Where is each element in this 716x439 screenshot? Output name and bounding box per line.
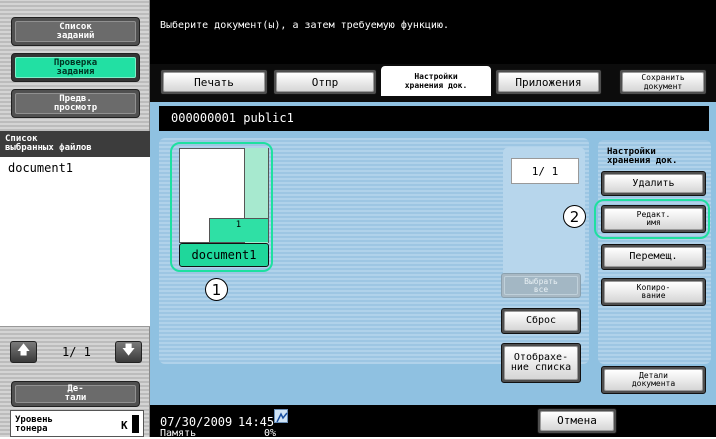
status-time: 14:45 <box>238 415 275 429</box>
arrow-down-icon: 🡇 <box>121 343 136 358</box>
page-up-button[interactable]: 🡅 <box>10 341 37 363</box>
job-check-label: Проверка задания <box>15 57 136 78</box>
selected-files-list: document1 <box>0 157 150 327</box>
toner-level-bar <box>132 415 139 433</box>
toner-color: K <box>121 419 128 432</box>
instruction-message: Выберите документ(ы), а затем требуемую … <box>160 20 449 31</box>
delete-label: Удалить <box>604 174 703 193</box>
network-icon <box>274 409 288 423</box>
tab-applications[interactable]: Приложения <box>495 69 602 95</box>
copy-label: Копиро- вание <box>604 281 703 303</box>
list-page-indicator: 1/ 1 <box>511 158 579 184</box>
callout-one: 1 <box>205 278 228 301</box>
edit-name-label: Редакт. имя <box>604 208 703 230</box>
save-document-button[interactable]: Сохранить документ <box>619 69 707 95</box>
toner-indicator: Уровень тонера K <box>10 410 144 437</box>
move-label: Перемещ. <box>604 247 703 267</box>
tab-send[interactable]: Отпр <box>273 69 377 95</box>
selected-files-header: Список выбранных файлов <box>0 131 150 157</box>
reset-label: Сброс <box>504 311 578 331</box>
thumbnail-page-count: 1 <box>235 220 242 230</box>
edit-name-button[interactable]: Редакт. имя <box>601 205 706 233</box>
tab-print[interactable]: Печать <box>160 69 268 95</box>
folder-path: 000000001 public1 <box>159 106 709 131</box>
arrow-up-icon: 🡅 <box>16 343 31 358</box>
job-list-label: Список заданий <box>15 21 136 42</box>
tab-applications-label: Приложения <box>498 72 599 92</box>
list-item[interactable]: document1 <box>8 161 73 175</box>
callout-two: 2 <box>563 205 586 228</box>
memory-label: Память <box>160 428 197 439</box>
copy-button[interactable]: Копиро- вание <box>601 278 706 306</box>
preview-button[interactable]: Предв. просмотр <box>11 89 140 118</box>
document-details-button[interactable]: Детали документа <box>601 366 706 394</box>
left-page-counter: 1/ 1 <box>62 345 91 359</box>
details-button[interactable]: Де- тали <box>11 381 140 407</box>
reset-button[interactable]: Сброс <box>501 308 581 334</box>
document-details-label: Детали документа <box>604 369 703 391</box>
job-check-button[interactable]: Проверка задания <box>11 53 140 82</box>
status-date: 07/30/2009 <box>160 415 233 429</box>
document-name-button[interactable]: document1 <box>179 243 269 267</box>
tab-storage-settings-label: Настройки хранения док. <box>384 69 488 93</box>
move-button[interactable]: Перемещ. <box>601 244 706 270</box>
list-view-button[interactable]: Отобрахе- ние списка <box>501 343 581 383</box>
tab-send-label: Отпр <box>276 72 374 92</box>
cancel-label: Отмена <box>540 411 614 431</box>
preview-label: Предв. просмотр <box>15 93 136 114</box>
status-divider <box>150 402 716 405</box>
select-all-label: Выбрать все <box>504 276 578 295</box>
save-document-label: Сохранить документ <box>622 72 704 92</box>
tab-storage-settings[interactable]: Настройки хранения док. <box>381 66 491 96</box>
toner-label: Уровень тонера <box>15 415 53 434</box>
job-list-button[interactable]: Список заданий <box>11 17 140 46</box>
tab-print-label: Печать <box>163 72 265 92</box>
cancel-button[interactable]: Отмена <box>537 408 617 434</box>
top-bar <box>150 0 716 64</box>
details-label: Де- тали <box>15 385 136 403</box>
page-down-button[interactable]: 🡇 <box>115 341 142 363</box>
list-view-label: Отобрахе- ние списка <box>504 346 578 380</box>
memory-value: 0% <box>264 428 277 439</box>
select-all-button[interactable]: Выбрать все <box>501 273 581 298</box>
storage-settings-title: Настройки хранения док. <box>607 147 678 166</box>
status-bar <box>150 402 716 437</box>
delete-button[interactable]: Удалить <box>601 171 706 196</box>
